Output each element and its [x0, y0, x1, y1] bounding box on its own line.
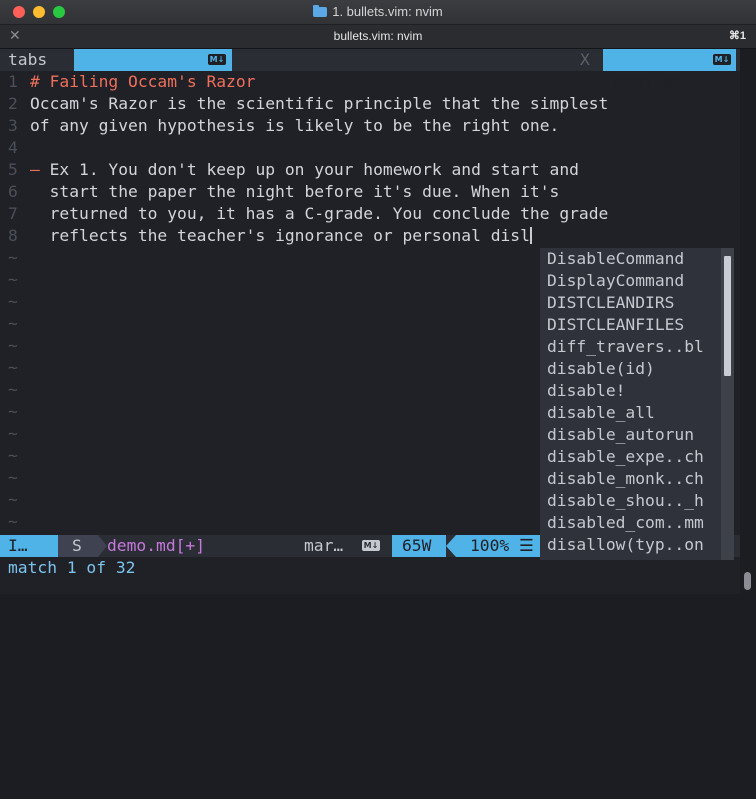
markdown-icon: M↓	[208, 54, 226, 65]
line-number: 2	[8, 94, 18, 113]
line-text: of any given hypothesis is likely to be …	[30, 116, 560, 135]
tab-shortcut: ⌘1	[728, 30, 746, 42]
completion-item[interactable]: disable_shou.._h	[540, 490, 721, 512]
word-count: 65W	[392, 535, 446, 557]
line-text: reflects the teacher's ignorance or pers…	[30, 226, 530, 245]
completion-item[interactable]: disallow(typ..on	[540, 534, 721, 556]
completion-item[interactable]: disable!	[540, 380, 721, 402]
markdown-icon: M↓	[713, 54, 731, 65]
completion-item[interactable]: DISTCLEANFILES	[540, 314, 721, 336]
spell-indicator: S	[58, 535, 98, 557]
empty-line-marker: ~	[8, 358, 18, 377]
completion-item[interactable]: DisableCommand	[540, 248, 721, 270]
line-text: Ex 1. You don't keep up on your homework…	[39, 160, 579, 179]
text-cursor	[529, 227, 532, 244]
powerline-separator	[98, 535, 107, 557]
list-bullet: –	[30, 160, 40, 179]
status-filename: demo.md[+]	[107, 536, 206, 555]
terminal-tab-bar: ✕ bullets.vim: nvim ⌘1	[0, 25, 756, 49]
empty-line-marker: ~	[8, 446, 18, 465]
status-filetype: mar…	[304, 536, 344, 555]
tab-demo-md[interactable]: 1 demo.md+ M↓	[74, 49, 232, 91]
empty-line-marker: ~	[8, 336, 18, 355]
scroll-percent: 100% ☰	[456, 535, 540, 557]
completion-popup[interactable]: DisableCommand DisplayCommand DISTCLEAND…	[540, 248, 721, 560]
completion-item[interactable]: diff_travers..bl	[540, 336, 721, 358]
empty-line-marker: ~	[8, 292, 18, 311]
completion-item[interactable]: disable(id)	[540, 358, 721, 380]
window-titlebar: 1. bullets.vim: nvim	[0, 0, 756, 25]
vim-tabline: tabs 1 demo.md+ M↓ X demo.md+ M↓	[0, 49, 740, 91]
empty-line-marker: ~	[8, 314, 18, 333]
empty-line-marker: ~	[8, 424, 18, 443]
tabline-label: tabs	[8, 50, 48, 69]
window-title: 1. bullets.vim: nvim	[0, 4, 756, 19]
tabline-close-button[interactable]: X	[580, 49, 590, 71]
terminal-scrollbar[interactable]	[740, 49, 756, 594]
empty-line-marker: ~	[8, 270, 18, 289]
line-text: Occam's Razor is the scientific principl…	[30, 94, 609, 113]
empty-line-marker: ~	[8, 468, 18, 487]
empty-line-marker: ~	[8, 402, 18, 421]
buffer-indicator: demo.md+ M↓	[603, 49, 736, 91]
line-number: 6	[8, 182, 18, 201]
line-number: 1	[8, 72, 18, 91]
terminal-scrollbar-thumb[interactable]	[744, 572, 751, 590]
line-number: 7	[8, 204, 18, 223]
completion-item[interactable]: DisplayCommand	[540, 270, 721, 292]
folder-icon	[313, 5, 328, 17]
empty-line-marker: ~	[8, 248, 18, 267]
line-text: start the paper the night before it's du…	[30, 182, 560, 201]
empty-line-marker: ~	[8, 490, 18, 509]
empty-line-marker: ~	[8, 380, 18, 399]
powerline-separator	[446, 535, 456, 557]
markdown-heading: # Failing Occam's Razor	[30, 72, 256, 91]
markdown-icon: M↓	[362, 540, 380, 551]
line-number: 4	[8, 138, 18, 157]
command-line-message: match 1 of 32	[8, 558, 136, 577]
completion-item[interactable]: DISTCLEANDIRS	[540, 292, 721, 314]
completion-item[interactable]: disable_all	[540, 402, 721, 424]
line-text: returned to you, it has a C-grade. You c…	[30, 204, 609, 223]
line-number: 8	[8, 226, 18, 245]
completion-item[interactable]: disable_expe..ch	[540, 446, 721, 468]
completion-item[interactable]: disable_monk..ch	[540, 468, 721, 490]
mode-indicator: I…	[0, 535, 58, 557]
empty-line-marker: ~	[8, 512, 18, 531]
terminal-tab[interactable]: bullets.vim: nvim	[0, 29, 756, 43]
line-number: 5	[8, 160, 18, 179]
completion-item[interactable]: disabled_com..mm	[540, 512, 721, 534]
completion-scrollbar-thumb[interactable]	[724, 256, 731, 376]
completion-item[interactable]: disable_autorun	[540, 424, 721, 446]
line-number: 3	[8, 116, 18, 135]
